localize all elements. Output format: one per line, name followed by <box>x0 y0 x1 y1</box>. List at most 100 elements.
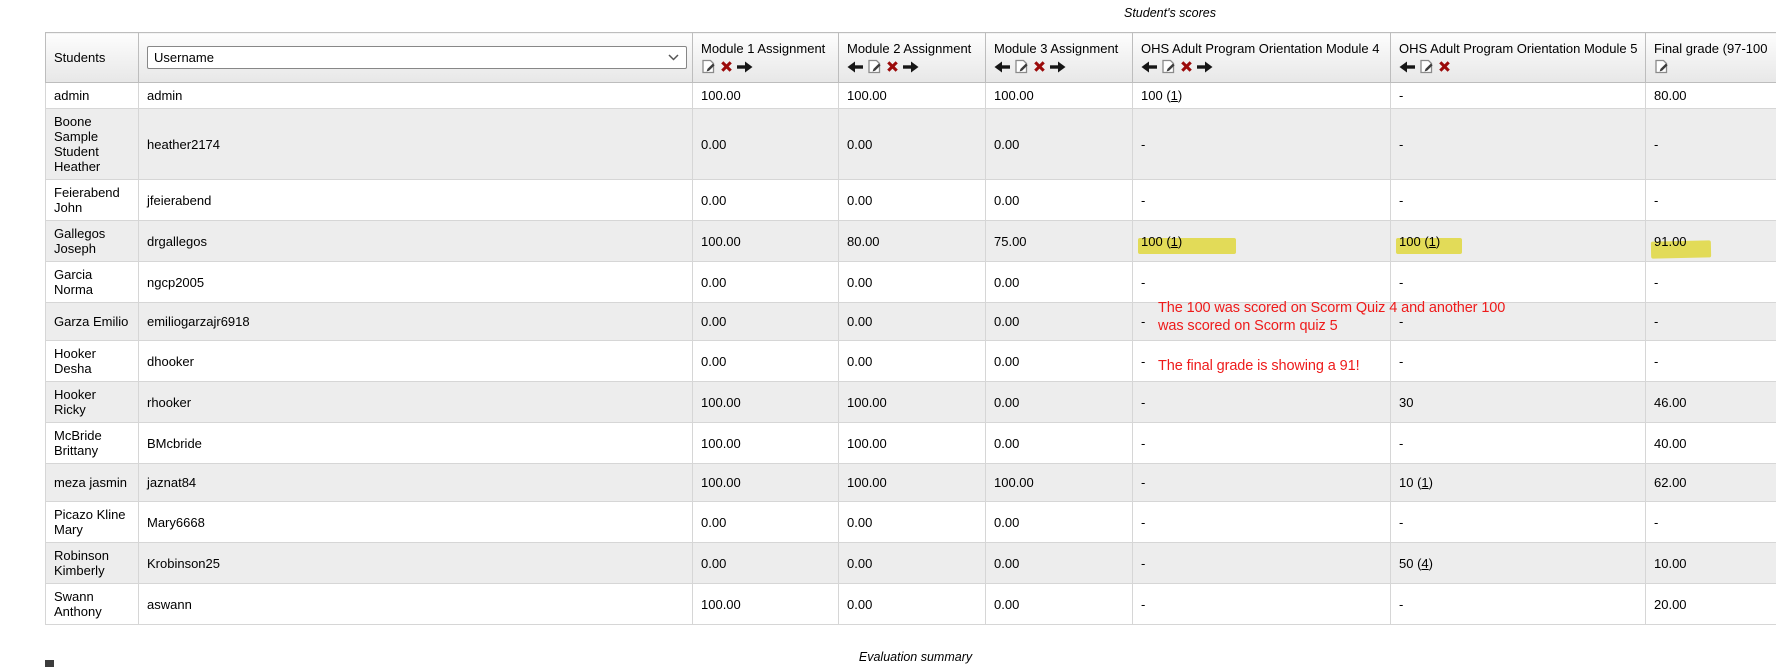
students-column-header: Students <box>46 33 139 83</box>
grade-value: 100 (1) <box>1141 88 1182 103</box>
grade-cell: 0.00 <box>693 303 839 341</box>
grade-value: 75.00 <box>994 234 1027 249</box>
grade-value: 46.00 <box>1654 395 1687 410</box>
grade-value: 100.00 <box>701 234 741 249</box>
move-right-icon[interactable] <box>1197 61 1213 73</box>
delete-icon[interactable] <box>1438 60 1451 73</box>
username-cell: Mary6668 <box>139 502 693 543</box>
move-right-icon[interactable] <box>737 61 753 73</box>
grade-number: 100 <box>1141 88 1163 103</box>
grade-cell: - <box>1646 303 1776 341</box>
username-cell: jaznat84 <box>139 464 693 502</box>
grade-value: - <box>1399 275 1403 290</box>
username-column-header: Username <box>139 33 693 83</box>
move-left-icon[interactable] <box>847 61 863 73</box>
annotation-scorm-note: The 100 was scored on Scorm Quiz 4 and a… <box>1158 300 1505 335</box>
attempts-link[interactable]: 4 <box>1421 556 1428 571</box>
grade-number: 100.00 <box>847 436 887 451</box>
grade-value: 20.00 <box>1654 597 1687 612</box>
move-left-icon[interactable] <box>1141 61 1157 73</box>
table-row: meza jasminjaznat84100.00100.00100.00-10… <box>46 464 1776 502</box>
grade-cell: 100.00 <box>839 423 986 464</box>
column-header-label: Final grade (97-100 <box>1654 41 1776 56</box>
attempts-link[interactable]: 1 <box>1171 88 1178 103</box>
delete-icon[interactable] <box>720 60 733 73</box>
grade-value: 0.00 <box>994 275 1019 290</box>
grade-number: 0.00 <box>994 137 1019 152</box>
move-left-icon[interactable] <box>1399 61 1415 73</box>
edit-icon[interactable] <box>1654 59 1669 74</box>
attempts-link[interactable]: 1 <box>1429 234 1436 249</box>
grade-cell: 100.00 <box>839 382 986 423</box>
table-row: Swann Anthonyaswann100.000.000.00--20.00 <box>46 584 1776 625</box>
grade-value: 100.00 <box>701 88 741 103</box>
grade-number: 0.00 <box>701 193 726 208</box>
grade-value: 100.00 <box>847 436 887 451</box>
username-cell: dhooker <box>139 341 693 382</box>
table-row: Boone Sample Student Heatherheather21740… <box>46 109 1776 180</box>
column-header-controls <box>1399 59 1637 74</box>
grade-number: 100.00 <box>701 436 741 451</box>
username-select-wrap: Username <box>147 46 687 69</box>
grade-number: 0.00 <box>701 275 726 290</box>
grade-number: - <box>1399 193 1403 208</box>
grade-number: 0.00 <box>994 193 1019 208</box>
table-row: Garcia Normangcp20050.000.000.00--- <box>46 262 1776 303</box>
grade-number: - <box>1399 597 1403 612</box>
grade-number: - <box>1399 515 1403 530</box>
grade-number: 0.00 <box>847 275 872 290</box>
grade-number: - <box>1654 354 1658 369</box>
delete-icon[interactable] <box>1033 60 1046 73</box>
grade-number: - <box>1141 436 1145 451</box>
grade-value: - <box>1399 597 1403 612</box>
grade-number: - <box>1141 193 1145 208</box>
edit-icon[interactable] <box>701 59 716 74</box>
student-name-cell: Feierabend John <box>46 180 139 221</box>
grade-number: 0.00 <box>847 193 872 208</box>
grade-value: 100.00 <box>847 395 887 410</box>
grade-number: 0.00 <box>701 556 726 571</box>
grade-cell: 0.00 <box>839 543 986 584</box>
grade-cell: 100 (1) <box>1391 221 1646 262</box>
edit-icon[interactable] <box>867 59 882 74</box>
grade-value: - <box>1654 314 1658 329</box>
attempts-link[interactable]: 1 <box>1171 234 1178 249</box>
move-right-icon[interactable] <box>903 61 919 73</box>
grade-cell: - <box>1391 341 1646 382</box>
grade-cell: - <box>1646 180 1776 221</box>
table-row: Robinson KimberlyKrobinson250.000.000.00… <box>46 543 1776 584</box>
grade-cell: 0.00 <box>839 262 986 303</box>
edit-icon[interactable] <box>1419 59 1434 74</box>
grade-number: - <box>1141 275 1145 290</box>
grade-value: - <box>1141 515 1145 530</box>
column-header-final-grade-97-100: Final grade (97-100 <box>1646 33 1776 83</box>
grade-cell: - <box>1391 109 1646 180</box>
grade-value: 0.00 <box>847 193 872 208</box>
student-name-cell: Swann Anthony <box>46 584 139 625</box>
delete-icon[interactable] <box>1180 60 1193 73</box>
grade-cell: 0.00 <box>839 502 986 543</box>
student-name-cell: Picazo Kline Mary <box>46 502 139 543</box>
delete-icon[interactable] <box>886 60 899 73</box>
grade-number: 10 <box>1399 475 1413 490</box>
grade-value: 0.00 <box>701 556 726 571</box>
attempts-link[interactable]: 1 <box>1421 475 1428 490</box>
username-filter-select[interactable]: Username <box>147 46 687 69</box>
grade-number: - <box>1399 137 1403 152</box>
grade-cell: - <box>1133 382 1391 423</box>
grade-value: 0.00 <box>847 137 872 152</box>
grade-cell: - <box>1391 83 1646 109</box>
grade-cell: - <box>1391 584 1646 625</box>
student-name-cell: meza jasmin <box>46 464 139 502</box>
edit-icon[interactable] <box>1014 59 1029 74</box>
edit-icon[interactable] <box>1161 59 1176 74</box>
grade-cell: - <box>1391 423 1646 464</box>
student-name-cell: Gallegos Joseph <box>46 221 139 262</box>
move-left-icon[interactable] <box>994 61 1010 73</box>
grade-value: 0.00 <box>701 275 726 290</box>
grade-value: 100.00 <box>701 475 741 490</box>
username-cell: drgallegos <box>139 221 693 262</box>
grade-cell: 0.00 <box>986 341 1133 382</box>
move-right-icon[interactable] <box>1050 61 1066 73</box>
grade-value: 80.00 <box>1654 88 1687 103</box>
